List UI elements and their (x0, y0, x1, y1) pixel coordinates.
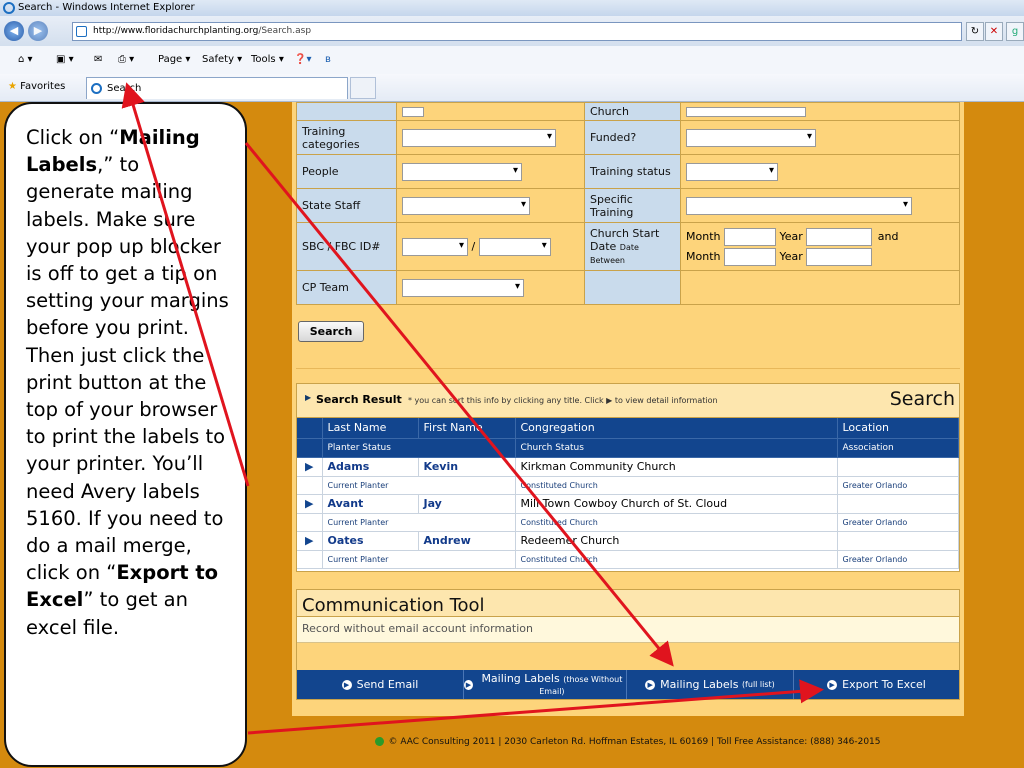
form-label: Training categories (296, 120, 397, 155)
forward-icon[interactable]: ▶ (28, 21, 48, 41)
arrow-circle-icon: ▶ (464, 679, 473, 690)
safety-menu[interactable]: Safety ▾ (202, 54, 242, 65)
bluetooth-icon[interactable]: ʙ (325, 54, 331, 65)
footer-bullet-icon (375, 737, 385, 746)
page-content: Church Training categories Funded? Peopl… (292, 102, 964, 716)
stop-icon[interactable]: ✕ (985, 22, 1003, 41)
col-church-status[interactable]: Church Status (515, 438, 838, 458)
table-row: Current Planter Constituted Church Great… (297, 513, 959, 532)
fbc-id-select[interactable] (478, 237, 551, 256)
results-big-label: Search (889, 388, 955, 410)
col-last-name[interactable]: Last Name (322, 418, 419, 439)
col-congregation[interactable]: Congregation (515, 418, 838, 439)
print-icon[interactable]: ⎙ ▾ (118, 54, 134, 65)
people-select[interactable] (402, 162, 522, 181)
form-label: State Staff (296, 188, 397, 223)
form-label: People (296, 154, 397, 189)
url-input[interactable]: http://www.floridachurchplanting.org/Sea… (72, 22, 962, 41)
address-bar: ◀ ▶ http://www.floridachurchplanting.org… (0, 16, 1024, 46)
table-row[interactable]: ▶ Adams Kevin Kirkman Community Church (297, 457, 959, 477)
col-location[interactable]: Location (837, 418, 959, 439)
tab-search[interactable]: Search (86, 77, 348, 99)
form-label: Specific Training (584, 188, 681, 223)
communication-note: Record without email account information (297, 617, 959, 643)
new-tab-button[interactable] (350, 77, 376, 99)
mail-icon[interactable]: ✉ (94, 54, 102, 65)
page-icon (76, 26, 87, 37)
expand-arrow-icon[interactable]: ▶ (297, 494, 323, 514)
star-icon: ★ (8, 81, 17, 92)
divider (296, 368, 960, 369)
search-form: Church Training categories Funded? Peopl… (296, 102, 960, 305)
end-year-input[interactable] (806, 247, 873, 266)
instruction-callout: Click on “Mailing Labels,” to generate m… (4, 102, 247, 767)
favorites-button[interactable]: ★ Favorites (8, 81, 65, 92)
training-categories-select[interactable] (402, 128, 556, 147)
communication-actions: ▶ Send Email ▶ Mailing Labels (those With… (297, 670, 959, 699)
page-menu[interactable]: Page ▾ (158, 54, 190, 65)
expand-arrow-icon[interactable]: ▶ (297, 531, 323, 551)
results-table: Last Name First Name Congregation Locati… (297, 418, 959, 569)
send-email-button[interactable]: ▶ Send Email (297, 670, 464, 699)
mailing-labels-without-email-button[interactable]: ▶ Mailing Labels (those Without Email) (464, 670, 627, 699)
form-label: CP Team (296, 270, 397, 305)
state-staff-select[interactable] (402, 196, 530, 215)
search-provider-icon[interactable]: g (1006, 22, 1024, 41)
cp-team-select[interactable] (402, 278, 524, 297)
refresh-icon[interactable]: ↻ (966, 22, 984, 41)
expand-arrow-icon[interactable]: ▶ (297, 457, 323, 477)
window-titlebar: Search - Windows Internet Explorer (0, 0, 1024, 16)
col-planter-status[interactable]: Planter Status (322, 438, 516, 458)
table-row[interactable]: ▶ Oates Andrew Redeemer Church (297, 531, 959, 551)
back-icon[interactable]: ◀ (4, 21, 24, 41)
form-label (296, 102, 397, 121)
arrow-circle-icon: ▶ (341, 679, 352, 690)
results-note: * you can sort this info by clicking any… (408, 396, 718, 405)
arrow-circle-icon: ▶ (645, 679, 656, 690)
home-icon[interactable]: ⌂ ▾ (18, 54, 33, 65)
triangle-icon: ▶ (305, 393, 312, 402)
help-icon[interactable]: ❓▾ (294, 54, 311, 65)
search-button[interactable]: Search (298, 321, 364, 342)
feeds-icon[interactable]: ▣ ▾ (56, 54, 74, 65)
church-name-input[interactable] (686, 107, 806, 117)
arrow-circle-icon: ▶ (827, 679, 838, 690)
table-row: Current Planter Constituted Church Great… (297, 476, 959, 495)
training-status-select[interactable] (686, 162, 778, 181)
export-to-excel-button[interactable]: ▶ Export To Excel (794, 670, 959, 699)
results-header: ▶ Search Result * you can sort this info… (297, 384, 959, 418)
command-bar: ⌂ ▾ ▣ ▾ ✉ ⎙ ▾ Page ▾ Safety ▾ Tools ▾ ❓▾… (0, 46, 1024, 74)
window-title: Search - Windows Internet Explorer (18, 2, 195, 13)
table-row[interactable]: ▶ Avant Jay Mill Town Cowboy Church of S… (297, 494, 959, 514)
form-label: Church Start Date Date Between (584, 222, 681, 271)
start-year-input[interactable] (806, 227, 873, 246)
start-month-input[interactable] (723, 227, 776, 246)
results-title: Search Result (316, 393, 402, 406)
favorites-bar: ★ Favorites Search (0, 74, 1024, 102)
col-first-name[interactable]: First Name (418, 418, 516, 439)
funded-select[interactable] (686, 128, 816, 147)
end-month-input[interactable] (723, 247, 776, 266)
specific-training-select[interactable] (686, 196, 912, 215)
form-label: Training status (584, 154, 681, 189)
form-label: SBC / FBC ID# (296, 222, 397, 271)
form-label: Church (584, 102, 681, 121)
search-results: ▶ Search Result * you can sort this info… (296, 383, 960, 572)
church-input[interactable] (402, 107, 424, 117)
tools-menu[interactable]: Tools ▾ (251, 54, 284, 65)
col-association[interactable]: Association (837, 438, 959, 458)
mailing-labels-full-button[interactable]: ▶ Mailing Labels (full list) (627, 670, 794, 699)
communication-title: Communication Tool (297, 590, 959, 617)
sbc-id-select[interactable] (402, 237, 468, 256)
ie-tab-icon (91, 83, 102, 94)
table-row: Current Planter Constituted Church Great… (297, 550, 959, 569)
form-label: Funded? (584, 120, 681, 155)
page-footer: © AAC Consulting 2011 | 2030 Carleton Rd… (292, 737, 964, 747)
communication-tool: Communication Tool Record without email … (296, 589, 960, 700)
ie-logo-icon (3, 2, 15, 14)
